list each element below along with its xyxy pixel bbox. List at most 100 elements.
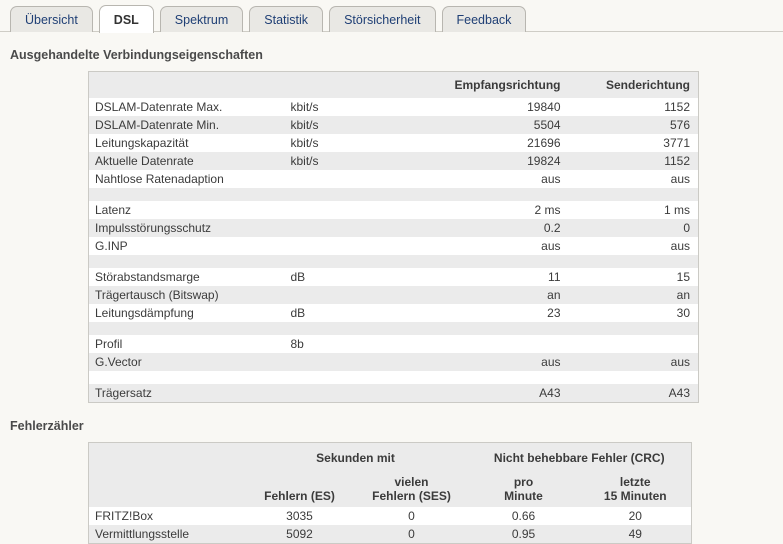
row-upstream-value: 576 — [568, 116, 699, 134]
table-row-spacer — [88, 255, 699, 268]
table-row-spacer — [88, 188, 699, 201]
table-row: Störabstandsmarge dB 11 15 — [88, 268, 699, 286]
row-unit — [284, 237, 417, 255]
row-label: Latenz — [88, 201, 285, 219]
table-row: DSLAM-Datenrate Max. kbit/s 19840 1152 — [88, 98, 699, 116]
row-unit: kbit/s — [284, 98, 417, 116]
tab-feedback[interactable]: Feedback — [441, 6, 527, 32]
group-header-blank — [88, 442, 244, 467]
properties-table-body: DSLAM-Datenrate Max. kbit/s 19840 1152 DSLAM… — [88, 98, 699, 403]
row-ses-value: 0 — [355, 507, 468, 525]
sub-header-per-minute: pro Minute — [467, 467, 580, 507]
row-upstream-value: 15 — [568, 268, 699, 286]
col-header-downstream: Empfangsrichtung — [416, 71, 569, 98]
row-unit: kbit/s — [284, 116, 417, 134]
row-label: Leitungsdämpfung — [88, 304, 285, 322]
table-row: Nahtlose Ratenadaption aus aus — [88, 170, 699, 188]
section-title-errors: Fehlerzähler — [10, 419, 84, 433]
sub-header-es-text: Fehlern (ES) — [264, 489, 335, 503]
tab-spektrum[interactable]: Spektrum — [159, 6, 244, 32]
tab-statistik[interactable]: Statistik — [249, 6, 324, 32]
row-upstream-value — [568, 335, 699, 353]
row-unit: kbit/s — [284, 152, 417, 170]
row-downstream-value: 21696 — [416, 134, 569, 152]
row-downstream-value: aus — [416, 170, 569, 188]
table-row: Profil 8b — [88, 335, 699, 353]
table-row: G.INP aus aus — [88, 237, 699, 255]
row-crc-per-minute-value: 0.66 — [467, 507, 580, 525]
row-label: Nahtlose Ratenadaption — [88, 170, 285, 188]
table-row: Trägertausch (Bitswap) an an — [88, 286, 699, 304]
tab-bar: Übersicht DSL Spektrum Statistik Störsic… — [0, 0, 783, 33]
row-downstream-value: 11 — [416, 268, 569, 286]
row-label: DSLAM-Datenrate Min. — [88, 116, 285, 134]
error-table-head: Sekunden mit Nicht behebbare Fehler (CRC… — [88, 442, 692, 507]
row-upstream-value: 1152 — [568, 152, 699, 170]
properties-table-head: Empfangsrichtung Senderichtung — [88, 71, 699, 98]
table-row: Aktuelle Datenrate kbit/s 19824 1152 — [88, 152, 699, 170]
table-row: Latenz 2 ms 1 ms — [88, 201, 699, 219]
group-header-row: Sekunden mit Nicht behebbare Fehler (CRC… — [88, 442, 692, 467]
page-content: Ausgehandelte Verbindungseigenschaften E… — [0, 48, 783, 544]
sub-header-es: Fehlern (ES) — [243, 467, 356, 507]
spacer-cell — [88, 322, 699, 335]
table-row: Trägersatz A43 A43 — [88, 384, 699, 403]
row-label: Störabstandsmarge — [88, 268, 285, 286]
row-unit — [284, 201, 417, 219]
row-downstream-value: an — [416, 286, 569, 304]
connection-properties-table: Empfangsrichtung Senderichtung DSLAM-Dat… — [88, 71, 699, 403]
row-upstream-value: an — [568, 286, 699, 304]
properties-table-wrapper: Empfangsrichtung Senderichtung DSLAM-Dat… — [88, 71, 783, 403]
row-upstream-value: 0 — [568, 219, 699, 237]
row-label: Trägersatz — [88, 384, 285, 403]
row-unit: dB — [284, 268, 417, 286]
row-label: Impulsstörungsschutz — [88, 219, 285, 237]
error-table-body: FRITZ!Box 3035 0 0.66 20 Vermittlungsstelle 50… — [88, 507, 692, 544]
group-header-crc: Nicht behebbare Fehler (CRC) — [467, 442, 692, 467]
row-crc-last15-value: 49 — [579, 525, 692, 544]
row-unit — [284, 170, 417, 188]
row-upstream-value: aus — [568, 237, 699, 255]
row-crc-last15-value: 20 — [579, 507, 692, 525]
col-header-label — [88, 71, 285, 98]
row-downstream-value: aus — [416, 237, 569, 255]
error-counter-table: Sekunden mit Nicht behebbare Fehler (CRC… — [88, 442, 693, 544]
row-downstream-value: 19824 — [416, 152, 569, 170]
sub-header-last15: letzte 15 Minuten — [579, 467, 692, 507]
row-label: G.Vector — [88, 353, 285, 371]
row-upstream-value: 1 ms — [568, 201, 699, 219]
tab-dsl[interactable]: DSL — [98, 5, 154, 33]
col-header-unit — [284, 71, 417, 98]
tab-uebersicht[interactable]: Übersicht — [10, 6, 93, 32]
row-unit — [284, 286, 417, 304]
row-downstream-value: aus — [416, 353, 569, 371]
row-upstream-value: 1152 — [568, 98, 699, 116]
row-label: Profil — [88, 335, 285, 353]
sub-header-last15-line2: 15 Minuten — [603, 489, 667, 503]
row-downstream-value: 23 — [416, 304, 569, 322]
table-row-spacer — [88, 322, 699, 335]
sub-header-ses: vielen Fehlern (SES) — [355, 467, 468, 507]
row-source-name: FRITZ!Box — [88, 507, 244, 525]
row-unit: dB — [284, 304, 417, 322]
row-label: Leitungskapazität — [88, 134, 285, 152]
row-downstream-value: 0.2 — [416, 219, 569, 237]
row-unit: 8b — [284, 335, 417, 353]
table-row: G.Vector aus aus — [88, 353, 699, 371]
row-ses-value: 0 — [355, 525, 468, 544]
tab-stoersicherheit[interactable]: Störsicherheit — [329, 6, 436, 32]
sub-header-last15-line1: letzte — [619, 475, 651, 489]
section-title-properties: Ausgehandelte Verbindungseigenschaften — [10, 48, 263, 62]
row-unit — [284, 219, 417, 237]
row-upstream-value: A43 — [568, 384, 699, 403]
row-label: DSLAM-Datenrate Max. — [88, 98, 285, 116]
row-downstream-value — [416, 335, 569, 353]
row-downstream-value: 5504 — [416, 116, 569, 134]
table-row: FRITZ!Box 3035 0 0.66 20 — [88, 507, 692, 525]
row-upstream-value: 30 — [568, 304, 699, 322]
sub-header-ses-line1: vielen — [394, 475, 429, 489]
table-row: Leitungsdämpfung dB 23 30 — [88, 304, 699, 322]
sub-header-per-minute-line2: Minute — [504, 489, 543, 503]
table-row: Vermittlungsstelle 5092 0 0.95 49 — [88, 525, 692, 544]
row-crc-per-minute-value: 0.95 — [467, 525, 580, 544]
